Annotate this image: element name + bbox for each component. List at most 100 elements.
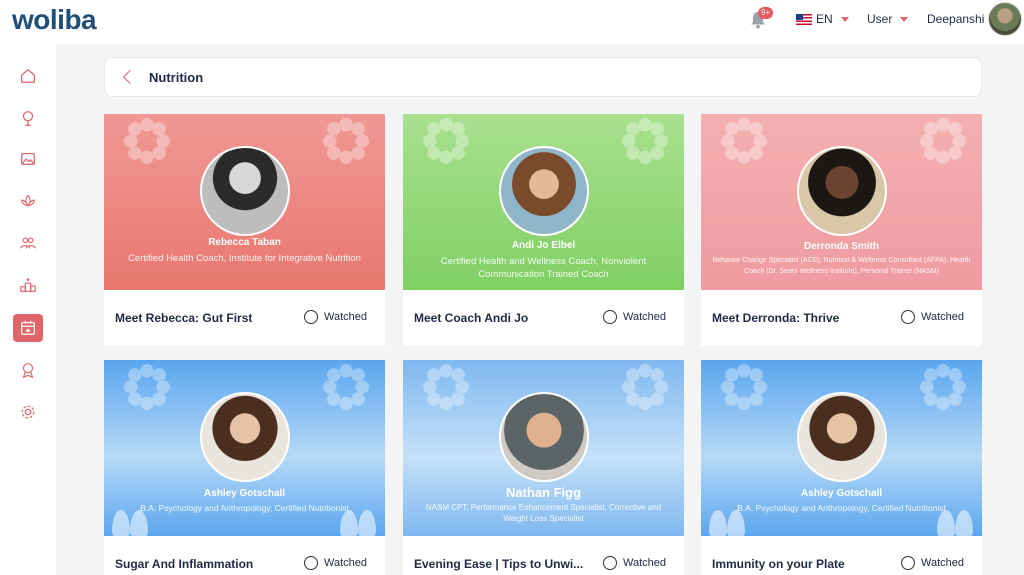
video-card[interactable]: Derronda Smith Behavior Change Specialis… <box>701 114 982 346</box>
flower-decoration-icon <box>721 364 767 410</box>
coach-credentials: B.A. Psychology and Anthropology, Certif… <box>737 503 946 513</box>
flower-decoration-icon <box>920 118 966 164</box>
watched-toggle[interactable]: Watched <box>304 310 367 324</box>
video-card[interactable]: Ashley Gotschall B.A. Psychology and Ant… <box>104 360 385 575</box>
card-banner: Rebecca Taban Certified Health Coach, In… <box>104 114 385 290</box>
coach-credentials: Behavior Change Specialist (ACE), Nutrit… <box>712 257 971 275</box>
home-icon <box>21 68 35 83</box>
watched-toggle[interactable]: Watched <box>901 556 964 570</box>
video-title[interactable]: Evening Ease | Tips to Unwi... <box>414 557 583 571</box>
watched-label: Watched <box>324 311 368 323</box>
flower-decoration-icon <box>423 118 469 164</box>
username[interactable]: Deepanshi <box>927 12 984 26</box>
notification-badge: 9+ <box>758 7 774 19</box>
tree-icon <box>22 111 34 126</box>
sidebar-item-wellness[interactable] <box>13 187 43 215</box>
card-banner: Andi Jo Elbel Certified Health and Welln… <box>403 114 684 290</box>
award-icon <box>22 363 34 379</box>
sidebar-item-tree[interactable] <box>13 104 43 132</box>
card-footer: Immunity on your Plate Watched <box>701 536 982 575</box>
top-bar: woliba 9+ EN User Deepanshi <box>0 0 1024 44</box>
language-selector[interactable]: EN <box>796 12 849 26</box>
video-card[interactable]: Rebecca Taban Certified Health Coach, In… <box>104 114 385 346</box>
coach-name: Andi Jo Elbel <box>511 240 576 251</box>
watched-toggle[interactable]: Watched <box>603 310 666 324</box>
podium-icon <box>20 278 36 292</box>
watched-toggle[interactable]: Watched <box>304 556 367 570</box>
watched-label: Watched <box>623 311 667 323</box>
card-footer: Meet Rebecca: Gut First Watched <box>104 290 385 346</box>
sidebar-item-leaderboard[interactable] <box>13 271 43 299</box>
coach-photo <box>499 392 589 482</box>
card-banner: Derronda Smith Behavior Change Specialis… <box>701 114 982 290</box>
user-role-label: User <box>867 12 893 26</box>
card-banner: Ashley Gotschall B.A. Psychology and Ant… <box>104 360 385 536</box>
flower-decoration-icon <box>423 364 469 410</box>
coach-name: Derronda Smith <box>803 241 879 252</box>
watched-radio[interactable] <box>603 310 617 324</box>
flower-decoration-icon <box>622 118 668 164</box>
coach-credentials: Certified Health and Wellness Coach, Non… <box>440 256 647 280</box>
card-footer: Meet Coach Andi Jo Watched <box>403 290 684 346</box>
chevron-left-icon[interactable] <box>122 69 138 85</box>
watched-radio[interactable] <box>603 556 617 570</box>
video-title[interactable]: Immunity on your Plate <box>712 557 845 571</box>
coach-credentials: B.A. Psychology and Anthropology, Certif… <box>140 503 349 513</box>
flower-decoration-icon <box>323 118 369 164</box>
video-title[interactable]: Meet Rebecca: Gut First <box>115 311 252 325</box>
language-label: EN <box>816 12 833 26</box>
coach-photo <box>200 146 290 236</box>
video-card[interactable]: Andi Jo Elbel Certified Health and Welln… <box>403 114 684 346</box>
woliba-logo[interactable]: woliba <box>12 4 97 36</box>
page-title: Nutrition <box>149 69 204 85</box>
watched-radio[interactable] <box>901 310 915 324</box>
coach-photo <box>499 146 589 236</box>
coach-photo <box>200 392 290 482</box>
video-title[interactable]: Meet Derronda: Thrive <box>712 311 839 325</box>
sidebar-item-settings[interactable] <box>13 398 43 426</box>
user-avatar[interactable] <box>988 2 1022 36</box>
card-footer: Evening Ease | Tips to Unwi... Watched <box>403 536 684 575</box>
watched-toggle[interactable]: Watched <box>603 556 666 570</box>
card-footer: Meet Derronda: Thrive Watched <box>701 290 982 346</box>
coach-photo <box>797 146 887 236</box>
sidebar-item-home[interactable] <box>13 62 43 90</box>
chevron-down-icon <box>840 16 849 22</box>
card-footer: Sugar And Inflammation Watched <box>104 536 385 575</box>
watched-label: Watched <box>623 557 667 569</box>
watched-label: Watched <box>921 311 965 323</box>
watched-radio[interactable] <box>901 556 915 570</box>
watched-label: Watched <box>324 557 368 569</box>
flower-decoration-icon <box>721 118 767 164</box>
sidebar-item-events[interactable] <box>13 314 43 342</box>
flower-decoration-icon <box>323 364 369 410</box>
flower-decoration-icon <box>622 364 668 410</box>
chevron-down-icon <box>900 16 909 22</box>
flower-decoration-icon <box>124 364 170 410</box>
coach-photo <box>797 392 887 482</box>
video-title[interactable]: Meet Coach Andi Jo <box>414 311 528 325</box>
card-banner: Nathan Figg NASM CPT, Performance Enhanc… <box>403 360 684 536</box>
coach-credentials: Certified Health Coach, Institute for In… <box>128 253 361 264</box>
watched-toggle[interactable]: Watched <box>901 310 964 324</box>
card-banner: Ashley Gotschall B.A. Psychology and Ant… <box>701 360 982 536</box>
user-role-menu[interactable]: User <box>867 12 909 26</box>
calendar-star-icon <box>21 320 35 335</box>
people-icon <box>20 237 36 249</box>
watched-label: Watched <box>921 557 965 569</box>
us-flag-icon <box>796 13 812 25</box>
coach-name: Ashley Gotschall <box>203 488 286 499</box>
video-card[interactable]: Nathan Figg NASM CPT, Performance Enhanc… <box>403 360 684 575</box>
flower-decoration-icon <box>920 364 966 410</box>
video-card[interactable]: Ashley Gotschall B.A. Psychology and Ant… <box>701 360 982 575</box>
sidebar <box>0 44 56 575</box>
coach-name: Ashley Gotschall <box>800 488 883 499</box>
sidebar-item-images[interactable] <box>13 145 43 173</box>
video-title[interactable]: Sugar And Inflammation <box>115 557 253 571</box>
sidebar-item-people[interactable] <box>13 229 43 257</box>
watched-radio[interactable] <box>304 310 318 324</box>
image-icon <box>21 152 35 166</box>
gear-icon <box>21 405 35 419</box>
sidebar-item-rewards[interactable] <box>13 356 43 384</box>
watched-radio[interactable] <box>304 556 318 570</box>
